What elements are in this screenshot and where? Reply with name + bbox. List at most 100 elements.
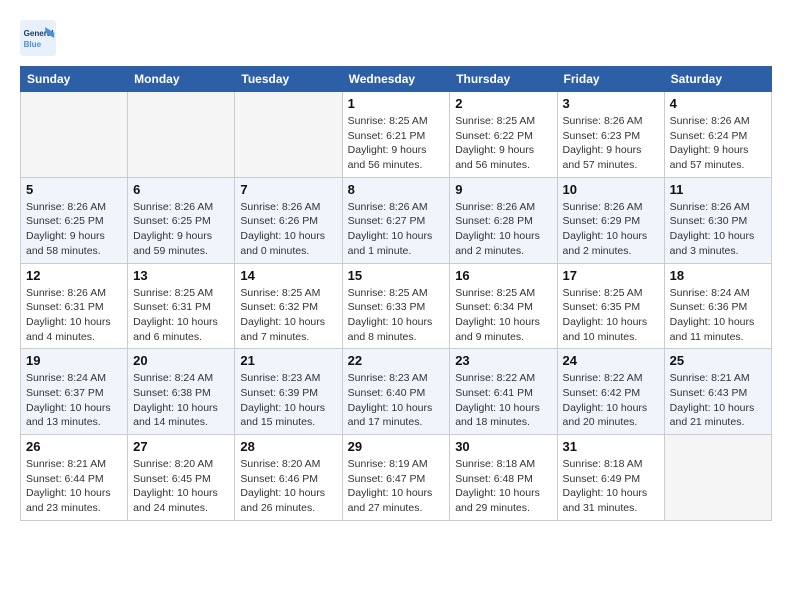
day-info: Sunrise: 8:26 AM Sunset: 6:27 PM Dayligh…: [348, 200, 445, 259]
day-number: 14: [240, 268, 336, 283]
day-number: 8: [348, 182, 445, 197]
weekday-header-row: SundayMondayTuesdayWednesdayThursdayFrid…: [21, 67, 772, 92]
day-info: Sunrise: 8:24 AM Sunset: 6:36 PM Dayligh…: [670, 286, 766, 345]
day-number: 20: [133, 353, 229, 368]
day-info: Sunrise: 8:21 AM Sunset: 6:43 PM Dayligh…: [670, 371, 766, 430]
calendar-day-cell: 12Sunrise: 8:26 AM Sunset: 6:31 PM Dayli…: [21, 263, 128, 349]
calendar-day-cell: 27 Sunrise: 8:20 AM Sunset: 6:45 PM Dayli…: [128, 435, 235, 521]
calendar-day-cell: [128, 92, 235, 178]
day-info: Sunrise: 8:25 AM Sunset: 6:34 PM Dayligh…: [455, 286, 551, 345]
day-info: Sunrise: 8:25 AM Sunset: 6:22 PM Dayligh…: [455, 114, 551, 173]
day-number: 31: [563, 439, 659, 454]
day-number: 18: [670, 268, 766, 283]
day-info: Sunrise: 8:23 AM Sunset: 6:40 PM Dayligh…: [348, 371, 445, 430]
day-info: Sunrise: 8:18 AM Sunset: 6:49 PM Dayligh…: [563, 457, 659, 516]
day-info: Sunrise: 8:26 AM Sunset: 6:24 PM Dayligh…: [670, 114, 766, 173]
day-number: 28: [240, 439, 336, 454]
calendar-day-cell: 29 Sunrise: 8:19 AM Sunset: 6:47 PM Dayli…: [342, 435, 450, 521]
day-info: Sunrise: 8:26 AM Sunset: 6:26 PM Dayligh…: [240, 200, 336, 259]
day-number: 27: [133, 439, 229, 454]
calendar-day-cell: 18 Sunrise: 8:24 AM Sunset: 6:36 PM Dayli…: [664, 263, 771, 349]
weekday-header: Monday: [128, 67, 235, 92]
day-number: 16: [455, 268, 551, 283]
day-info: Sunrise: 8:22 AM Sunset: 6:42 PM Dayligh…: [563, 371, 659, 430]
day-info: Sunrise: 8:25 AM Sunset: 6:21 PM Dayligh…: [348, 114, 445, 173]
day-number: 2: [455, 96, 551, 111]
calendar-day-cell: 14 Sunrise: 8:25 AM Sunset: 6:32 PM Dayli…: [235, 263, 342, 349]
page-header: General Blue: [20, 20, 772, 56]
calendar-day-cell: 30Sunrise: 8:18 AM Sunset: 6:48 PM Dayli…: [450, 435, 557, 521]
calendar-week-row: 5 Sunrise: 8:26 AM Sunset: 6:25 PM Daylig…: [21, 177, 772, 263]
calendar-day-cell: 13 Sunrise: 8:25 AM Sunset: 6:31 PM Dayli…: [128, 263, 235, 349]
day-info: Sunrise: 8:26 AM Sunset: 6:28 PM Dayligh…: [455, 200, 551, 259]
day-number: 9: [455, 182, 551, 197]
day-info: Sunrise: 8:24 AM Sunset: 6:38 PM Dayligh…: [133, 371, 229, 430]
calendar-week-row: 1 Sunrise: 8:25 AM Sunset: 6:21 PM Daylig…: [21, 92, 772, 178]
calendar-day-cell: 5 Sunrise: 8:26 AM Sunset: 6:25 PM Daylig…: [21, 177, 128, 263]
day-number: 3: [563, 96, 659, 111]
weekday-header: Wednesday: [342, 67, 450, 92]
day-number: 15: [348, 268, 445, 283]
day-number: 23: [455, 353, 551, 368]
calendar-day-cell: 8 Sunrise: 8:26 AM Sunset: 6:27 PM Daylig…: [342, 177, 450, 263]
day-info: Sunrise: 8:23 AM Sunset: 6:39 PM Dayligh…: [240, 371, 336, 430]
calendar-week-row: 26Sunrise: 8:21 AM Sunset: 6:44 PM Dayli…: [21, 435, 772, 521]
day-info: Sunrise: 8:26 AM Sunset: 6:31 PM Dayligh…: [26, 286, 122, 345]
day-info: Sunrise: 8:24 AM Sunset: 6:37 PM Dayligh…: [26, 371, 122, 430]
day-info: Sunrise: 8:25 AM Sunset: 6:31 PM Dayligh…: [133, 286, 229, 345]
day-number: 25: [670, 353, 766, 368]
day-number: 24: [563, 353, 659, 368]
calendar-day-cell: 25 Sunrise: 8:21 AM Sunset: 6:43 PM Dayli…: [664, 349, 771, 435]
calendar-day-cell: [664, 435, 771, 521]
day-number: 17: [563, 268, 659, 283]
day-number: 10: [563, 182, 659, 197]
day-info: Sunrise: 8:26 AM Sunset: 6:25 PM Dayligh…: [26, 200, 122, 259]
day-number: 4: [670, 96, 766, 111]
day-info: Sunrise: 8:26 AM Sunset: 6:30 PM Dayligh…: [670, 200, 766, 259]
day-info: Sunrise: 8:21 AM Sunset: 6:44 PM Dayligh…: [26, 457, 122, 516]
calendar-week-row: 19Sunrise: 8:24 AM Sunset: 6:37 PM Dayli…: [21, 349, 772, 435]
calendar-day-cell: [21, 92, 128, 178]
day-info: Sunrise: 8:26 AM Sunset: 6:23 PM Dayligh…: [563, 114, 659, 173]
calendar-day-cell: 31 Sunrise: 8:18 AM Sunset: 6:49 PM Dayli…: [557, 435, 664, 521]
calendar-day-cell: 1 Sunrise: 8:25 AM Sunset: 6:21 PM Daylig…: [342, 92, 450, 178]
svg-text:Blue: Blue: [24, 40, 42, 49]
calendar-day-cell: 9 Sunrise: 8:26 AM Sunset: 6:28 PM Daylig…: [450, 177, 557, 263]
weekday-header: Saturday: [664, 67, 771, 92]
day-number: 11: [670, 182, 766, 197]
day-number: 1: [348, 96, 445, 111]
day-info: Sunrise: 8:25 AM Sunset: 6:35 PM Dayligh…: [563, 286, 659, 345]
day-info: Sunrise: 8:19 AM Sunset: 6:47 PM Dayligh…: [348, 457, 445, 516]
day-info: Sunrise: 8:26 AM Sunset: 6:25 PM Dayligh…: [133, 200, 229, 259]
day-number: 7: [240, 182, 336, 197]
calendar-week-row: 12Sunrise: 8:26 AM Sunset: 6:31 PM Dayli…: [21, 263, 772, 349]
day-number: 5: [26, 182, 122, 197]
logo-icon: General Blue: [20, 20, 56, 56]
calendar-day-cell: 28 Sunrise: 8:20 AM Sunset: 6:46 PM Dayli…: [235, 435, 342, 521]
day-info: Sunrise: 8:22 AM Sunset: 6:41 PM Dayligh…: [455, 371, 551, 430]
calendar-day-cell: 6Sunrise: 8:26 AM Sunset: 6:25 PM Daylig…: [128, 177, 235, 263]
calendar-day-cell: 15 Sunrise: 8:25 AM Sunset: 6:33 PM Dayli…: [342, 263, 450, 349]
day-number: 21: [240, 353, 336, 368]
calendar-day-cell: 20 Sunrise: 8:24 AM Sunset: 6:38 PM Dayli…: [128, 349, 235, 435]
day-info: Sunrise: 8:20 AM Sunset: 6:46 PM Dayligh…: [240, 457, 336, 516]
calendar-day-cell: 21 Sunrise: 8:23 AM Sunset: 6:39 PM Dayli…: [235, 349, 342, 435]
day-info: Sunrise: 8:25 AM Sunset: 6:32 PM Dayligh…: [240, 286, 336, 345]
calendar-day-cell: 4 Sunrise: 8:26 AM Sunset: 6:24 PM Daylig…: [664, 92, 771, 178]
calendar-day-cell: 10Sunrise: 8:26 AM Sunset: 6:29 PM Dayli…: [557, 177, 664, 263]
day-number: 13: [133, 268, 229, 283]
day-number: 30: [455, 439, 551, 454]
calendar-day-cell: 11 Sunrise: 8:26 AM Sunset: 6:30 PM Dayli…: [664, 177, 771, 263]
day-info: Sunrise: 8:20 AM Sunset: 6:45 PM Dayligh…: [133, 457, 229, 516]
calendar-day-cell: [235, 92, 342, 178]
calendar: SundayMondayTuesdayWednesdayThursdayFrid…: [20, 66, 772, 521]
calendar-day-cell: 7 Sunrise: 8:26 AM Sunset: 6:26 PM Daylig…: [235, 177, 342, 263]
calendar-day-cell: 26Sunrise: 8:21 AM Sunset: 6:44 PM Dayli…: [21, 435, 128, 521]
calendar-day-cell: 19Sunrise: 8:24 AM Sunset: 6:37 PM Dayli…: [21, 349, 128, 435]
calendar-day-cell: 22Sunrise: 8:23 AM Sunset: 6:40 PM Dayli…: [342, 349, 450, 435]
day-number: 29: [348, 439, 445, 454]
calendar-day-cell: 16 Sunrise: 8:25 AM Sunset: 6:34 PM Dayli…: [450, 263, 557, 349]
day-info: Sunrise: 8:25 AM Sunset: 6:33 PM Dayligh…: [348, 286, 445, 345]
calendar-day-cell: 2 Sunrise: 8:25 AM Sunset: 6:22 PM Daylig…: [450, 92, 557, 178]
logo: General Blue: [20, 20, 62, 56]
